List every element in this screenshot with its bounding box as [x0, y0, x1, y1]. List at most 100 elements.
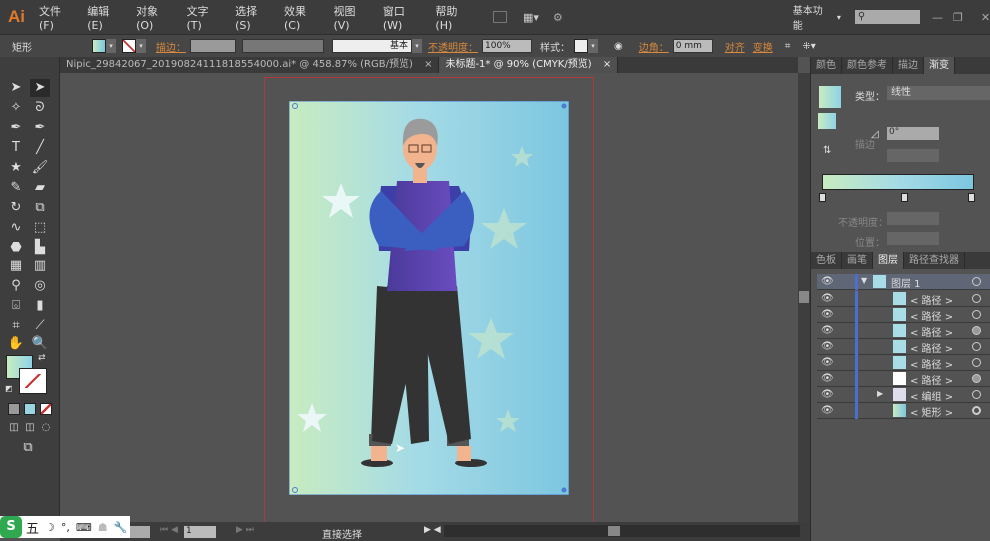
half-width-icon[interactable]: ☽: [45, 521, 55, 534]
screen-mode-icon[interactable]: ⧉: [18, 439, 38, 457]
visibility-eye-icon[interactable]: 👁: [821, 373, 834, 384]
menu-view[interactable]: 视图(V): [333, 3, 369, 32]
slice-tool-icon[interactable]: ⟋: [30, 317, 50, 335]
type-tool-icon[interactable]: T: [6, 139, 26, 157]
target-icon[interactable]: [972, 277, 981, 286]
visibility-eye-icon[interactable]: 👁: [821, 309, 834, 320]
pencil-icon[interactable]: ✎: [6, 179, 26, 197]
expand-arrow-icon[interactable]: ▶: [877, 389, 883, 398]
next-page-icon[interactable]: ▶ ⏭: [236, 525, 254, 535]
color-mode-button[interactable]: [8, 403, 20, 415]
sync-icon[interactable]: ⚙: [553, 11, 563, 24]
symbol-sprayer-icon[interactable]: ⌺: [6, 297, 26, 315]
opacity-input[interactable]: 100%: [482, 39, 532, 53]
angle-input[interactable]: 0°: [887, 127, 939, 140]
menu-file[interactable]: 文件(F): [39, 3, 74, 32]
tab-color[interactable]: 颜色: [811, 57, 842, 74]
prev-page-icon[interactable]: ⏮ ◀: [160, 525, 178, 535]
paintbrush-icon[interactable]: 🖌: [30, 159, 50, 177]
layer-row[interactable]: 👁 < 路径 >: [817, 339, 990, 355]
shape-builder-icon[interactable]: ⬣: [6, 239, 26, 257]
stroke-swatch[interactable]: [122, 39, 136, 53]
menu-effect[interactable]: 效果(C): [284, 3, 321, 32]
artwork[interactable]: [289, 101, 569, 495]
recolor-icon[interactable]: ◉: [614, 41, 623, 52]
fill-swatch[interactable]: [92, 39, 106, 53]
sogou-logo-icon[interactable]: S: [0, 516, 22, 538]
close-tab-icon[interactable]: ×: [603, 59, 611, 70]
scroll-thumb[interactable]: [799, 291, 809, 303]
free-transform-icon[interactable]: ⬚: [30, 219, 50, 237]
star-tool-icon[interactable]: ★: [6, 159, 26, 177]
menu-type[interactable]: 文字(T): [187, 3, 223, 32]
fill-stroke-swatch[interactable]: [818, 113, 836, 129]
tab-color-guide[interactable]: 颜色参考: [842, 57, 893, 74]
target-icon[interactable]: [972, 374, 981, 383]
doc-tab-1[interactable]: Nipic_29842067_20190824111818554000.ai* …: [60, 57, 440, 73]
line-tool-icon[interactable]: ╱: [30, 139, 50, 157]
layer-row[interactable]: 👁 < 路径 >: [817, 371, 990, 387]
visibility-eye-icon[interactable]: 👁: [821, 276, 834, 287]
transform-link[interactable]: 变换: [753, 39, 773, 54]
gradient-stop[interactable]: [968, 193, 975, 202]
layer-row[interactable]: 👁 < 路径 >: [817, 323, 990, 339]
isolate-icon[interactable]: ⌗: [785, 41, 791, 52]
gradient-slider[interactable]: [822, 174, 974, 190]
page-input[interactable]: 1: [184, 526, 216, 538]
status-menu-icon[interactable]: ▶ ◀: [424, 525, 441, 535]
restore-button[interactable]: ❐: [953, 11, 963, 24]
search-input[interactable]: ⚲: [854, 10, 920, 24]
artboard-tool-icon[interactable]: ⌗: [6, 317, 26, 335]
gradient-type-select[interactable]: 线性: [887, 86, 990, 100]
close-button[interactable]: ✕: [981, 11, 990, 24]
swap-colors-icon[interactable]: ⇄: [38, 353, 46, 363]
selection-tool-icon[interactable]: ➤: [6, 79, 26, 97]
target-icon[interactable]: [972, 294, 981, 303]
scroll-thumb[interactable]: [608, 526, 620, 536]
target-icon[interactable]: [972, 358, 981, 367]
zoom-dropdown[interactable]: [130, 526, 150, 538]
reverse-gradient-icon[interactable]: ⇅: [823, 145, 831, 156]
gradient-tool-icon[interactable]: ▥: [30, 257, 50, 275]
scale-tool-icon[interactable]: ⧉: [30, 199, 50, 217]
tab-gradient[interactable]: 渐变: [924, 57, 955, 74]
horizontal-scrollbar[interactable]: [444, 525, 800, 537]
user-icon[interactable]: ☗: [98, 521, 108, 534]
column-graph-icon[interactable]: ▮: [30, 297, 50, 315]
rotate-tool-icon[interactable]: ↻: [6, 199, 26, 217]
ime-mode-button[interactable]: 五: [26, 518, 39, 537]
layer-row[interactable]: 👁 < 矩形 >: [817, 403, 990, 419]
layer-row[interactable]: 👁 < 路径 >: [817, 355, 990, 371]
tab-swatches[interactable]: 色板: [811, 252, 842, 269]
menu-window[interactable]: 窗口(W): [383, 3, 423, 32]
stroke-color-swatch[interactable]: [19, 368, 47, 394]
stroke-dropdown[interactable]: ▾: [136, 39, 146, 53]
brush-definition[interactable]: 基本: [332, 39, 412, 53]
none-mode-button[interactable]: [40, 403, 52, 415]
visibility-eye-icon[interactable]: 👁: [821, 325, 834, 336]
workspace-dropdown-icon[interactable]: ▾: [837, 13, 841, 22]
tab-stroke[interactable]: 描边: [893, 57, 924, 74]
magic-wand-icon[interactable]: ✧: [6, 99, 26, 117]
fill-dropdown[interactable]: ▾: [106, 39, 116, 53]
visibility-eye-icon[interactable]: 👁: [821, 389, 834, 400]
tab-layers[interactable]: 图层: [873, 252, 904, 269]
tab-pathfinder[interactable]: 路径查找器: [904, 252, 965, 269]
doc-tab-2[interactable]: 未标题-1* @ 90% (CMYK/预览) ×: [439, 57, 619, 73]
corner-input[interactable]: 0 mm: [672, 39, 713, 53]
menu-help[interactable]: 帮助(H): [435, 3, 472, 32]
blend-tool-icon[interactable]: ◎: [30, 277, 50, 295]
target-icon[interactable]: [972, 342, 981, 351]
gradient-mode-button[interactable]: [24, 403, 36, 415]
tab-brushes[interactable]: 画笔: [842, 252, 873, 269]
gradient-stop[interactable]: [819, 193, 826, 202]
align-link[interactable]: 对齐: [725, 39, 745, 54]
layer-row[interactable]: 👁 < 路径 >: [817, 307, 990, 323]
menu-edit[interactable]: 编辑(E): [87, 3, 123, 32]
style-dropdown[interactable]: ▾: [588, 39, 598, 53]
eyedropper-icon[interactable]: ⚲: [6, 277, 26, 295]
arrange-documents-icon[interactable]: ▦▾: [523, 11, 539, 24]
hand-tool-icon[interactable]: ✋: [6, 335, 26, 353]
more-options-icon[interactable]: ⁜▾: [802, 41, 815, 52]
direct-selection-tool-icon[interactable]: ➤: [30, 79, 50, 97]
